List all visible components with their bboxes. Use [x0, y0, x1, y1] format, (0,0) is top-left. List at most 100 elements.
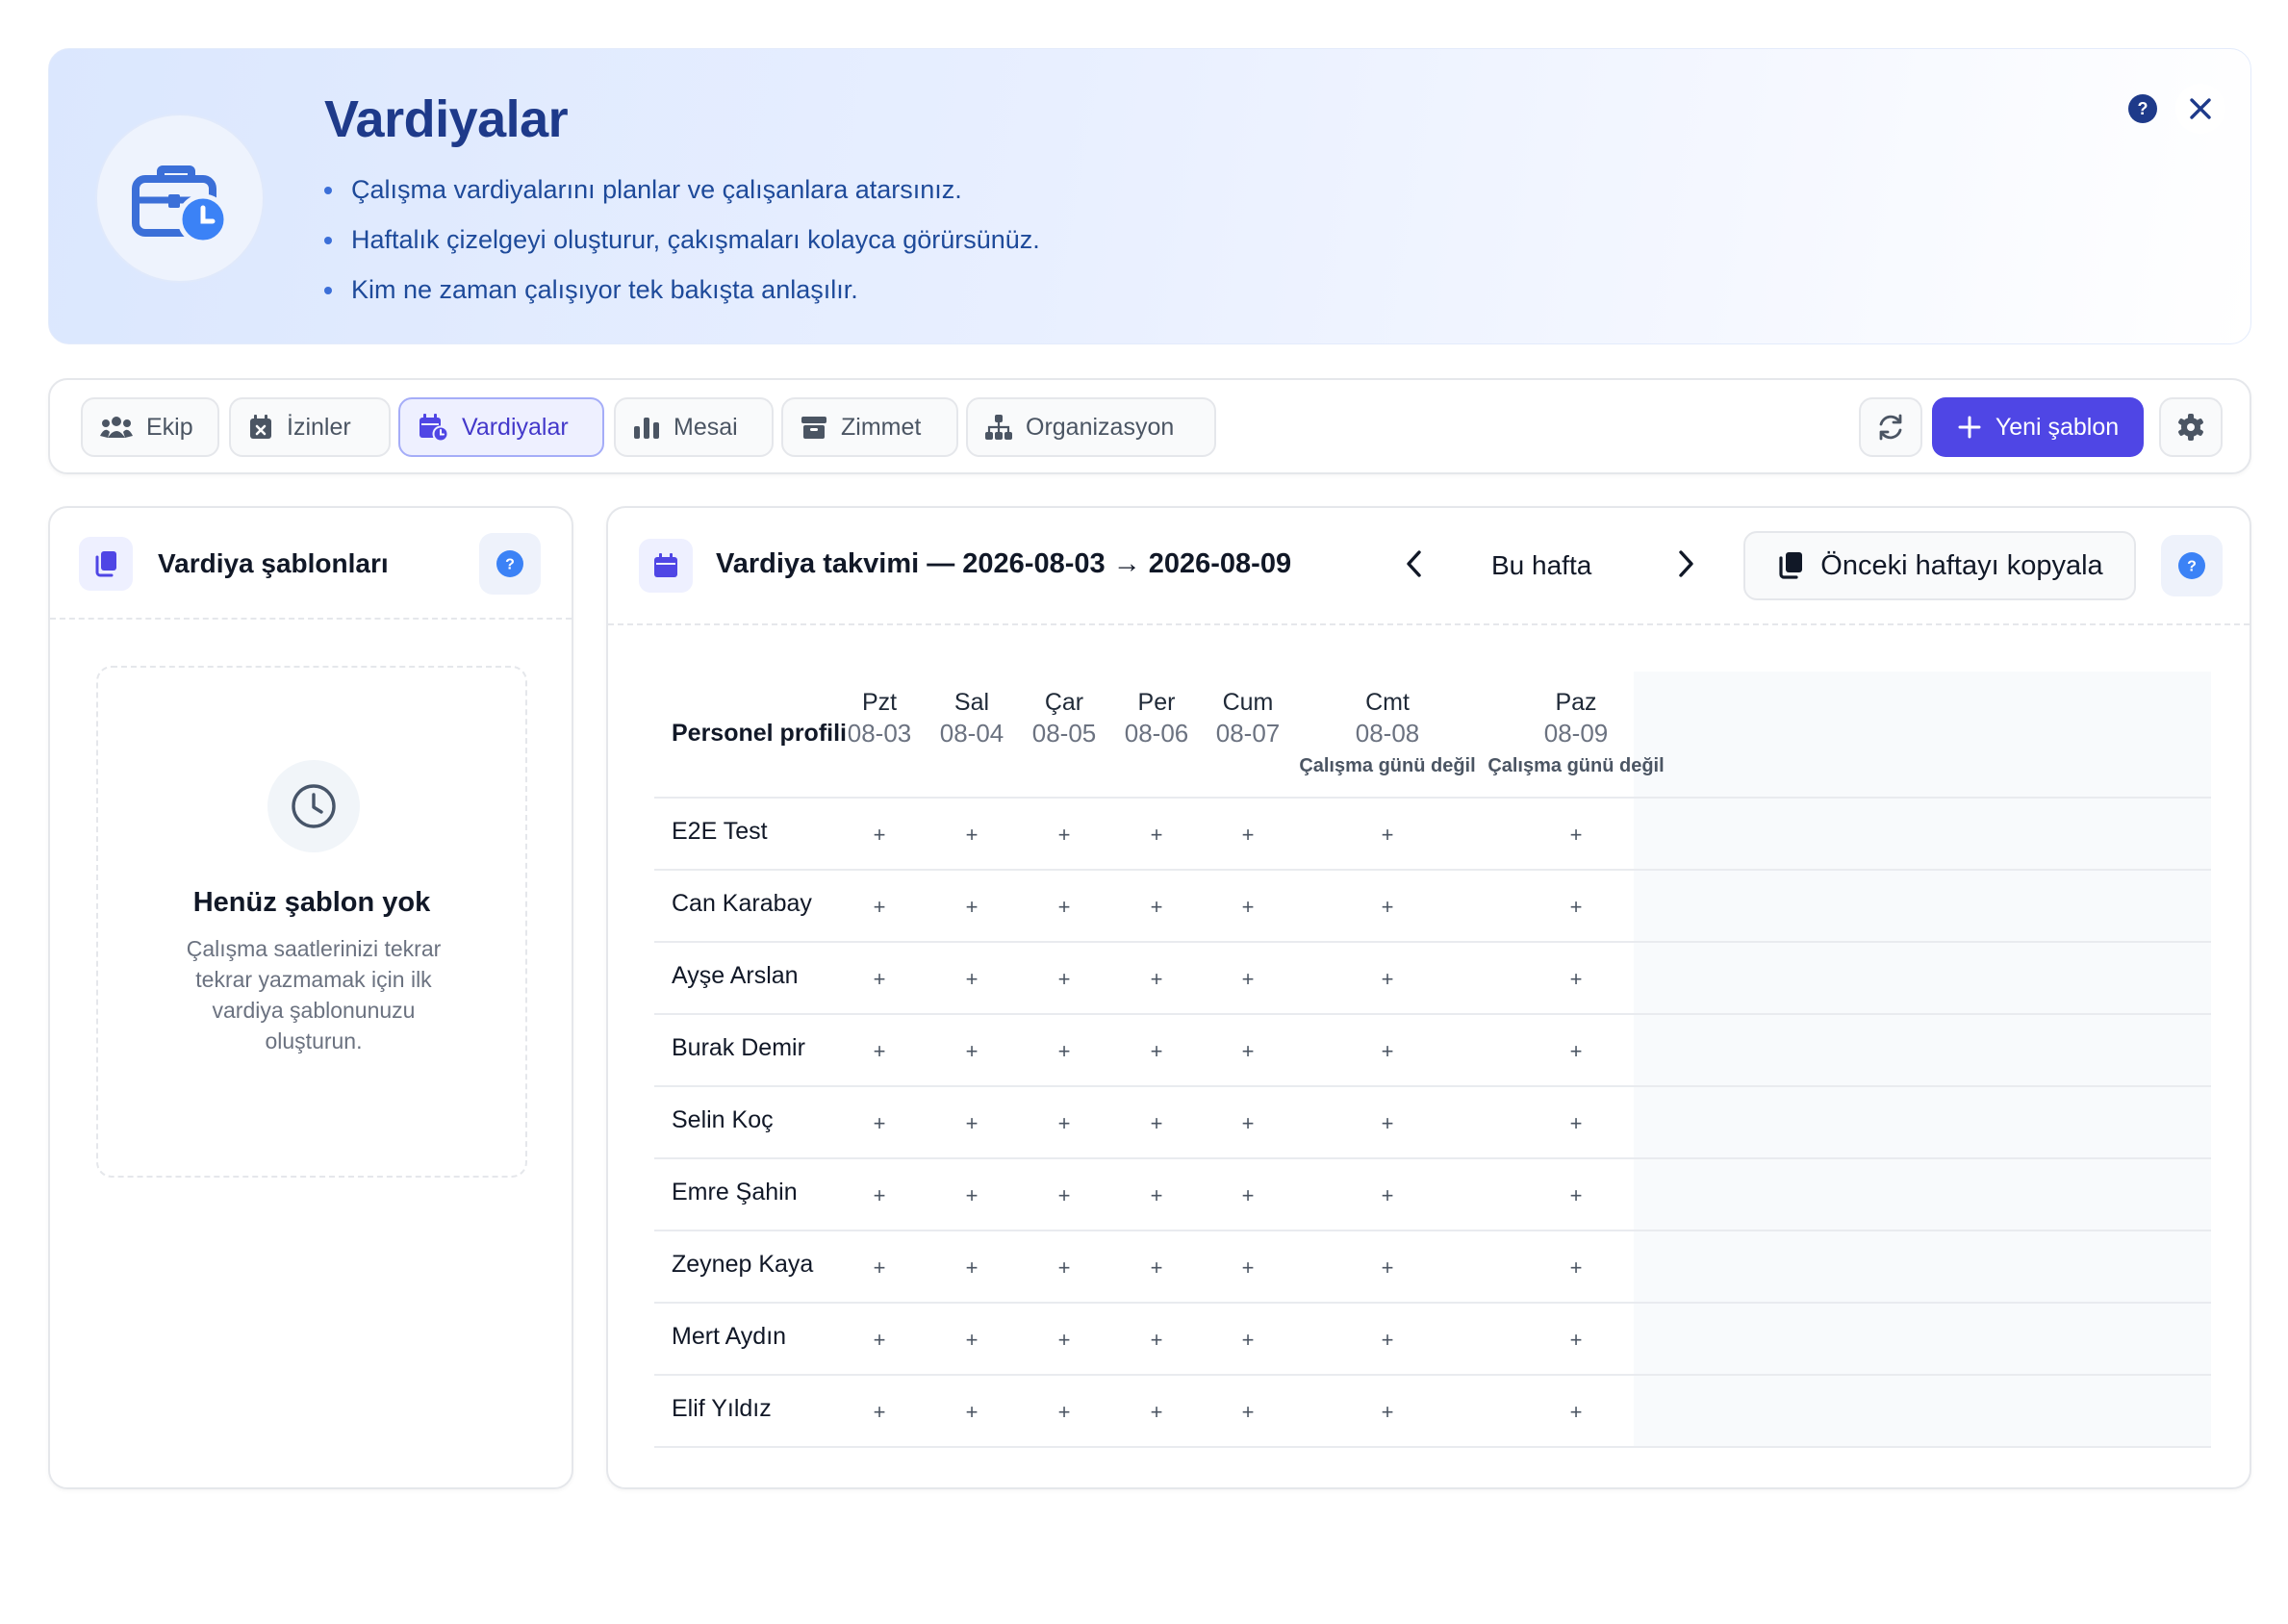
add-shift-cell[interactable]: +: [1229, 960, 1267, 999]
hero-help-button[interactable]: ?: [2123, 89, 2162, 128]
add-shift-cell[interactable]: +: [1557, 1321, 1595, 1359]
add-shift-cell[interactable]: +: [1045, 816, 1083, 854]
add-shift-cell[interactable]: +: [1557, 1177, 1595, 1215]
tab-izinler[interactable]: İzinler: [229, 397, 391, 457]
add-shift-cell[interactable]: +: [1137, 1321, 1176, 1359]
add-shift-cell[interactable]: +: [1368, 1032, 1407, 1071]
add-shift-cell[interactable]: +: [1137, 888, 1176, 926]
tab-vardiyalar[interactable]: Vardiyalar: [398, 397, 604, 457]
new-template-button[interactable]: Yeni şablon: [1932, 397, 2144, 457]
add-shift-cell[interactable]: +: [860, 1321, 899, 1359]
add-shift-cell[interactable]: +: [953, 1249, 991, 1287]
add-shift-cell[interactable]: +: [953, 888, 991, 926]
add-shift-cell[interactable]: +: [1557, 888, 1595, 926]
add-shift-cell[interactable]: +: [860, 1393, 899, 1432]
add-shift-cell[interactable]: +: [1045, 888, 1083, 926]
templates-help-button[interactable]: ?: [479, 533, 541, 595]
add-shift-cell[interactable]: +: [953, 960, 991, 999]
add-shift-cell[interactable]: +: [1368, 1104, 1407, 1143]
day-column-header: Çar 08-05: [1018, 672, 1110, 749]
day-name: Paz: [1555, 689, 1597, 716]
previous-week-button[interactable]: [1395, 545, 1434, 583]
table-row: Ayşe Arslan + + + + + + +: [654, 941, 2211, 1013]
tab-label: Mesai: [674, 413, 738, 441]
add-shift-cell[interactable]: +: [1368, 1321, 1407, 1359]
tab-label: Organizasyon: [1026, 413, 1175, 441]
this-week-button[interactable]: Bu hafta: [1491, 550, 1591, 581]
add-shift-cell[interactable]: +: [1368, 816, 1407, 854]
add-shift-cell[interactable]: +: [1045, 1321, 1083, 1359]
add-shift-cell[interactable]: +: [953, 1177, 991, 1215]
add-shift-cell[interactable]: +: [1557, 960, 1595, 999]
add-shift-cell[interactable]: +: [1229, 1177, 1267, 1215]
calendar-help-button[interactable]: ?: [2161, 535, 2223, 596]
add-shift-cell[interactable]: +: [1045, 1249, 1083, 1287]
hero-close-button[interactable]: [2175, 84, 2225, 134]
gear-icon: [2178, 414, 2203, 441]
refresh-button[interactable]: [1859, 397, 1922, 457]
add-shift-cell[interactable]: +: [1045, 1104, 1083, 1143]
table-row: E2E Test + + + + + + +: [654, 797, 2211, 869]
new-template-label: Yeni şablon: [1995, 413, 2120, 441]
add-shift-cell[interactable]: +: [1229, 816, 1267, 854]
add-shift-cell[interactable]: +: [1045, 1393, 1083, 1432]
tab-ekip[interactable]: Ekip: [81, 397, 219, 457]
add-shift-cell[interactable]: +: [1557, 1032, 1595, 1071]
add-shift-cell[interactable]: +: [860, 1177, 899, 1215]
add-shift-cell[interactable]: +: [860, 1104, 899, 1143]
add-shift-cell[interactable]: +: [1137, 1177, 1176, 1215]
add-shift-cell[interactable]: +: [1045, 1032, 1083, 1071]
add-shift-cell[interactable]: +: [953, 1032, 991, 1071]
add-shift-cell[interactable]: +: [1045, 960, 1083, 999]
staff-name: Mert Aydın: [672, 1323, 787, 1350]
add-shift-cell[interactable]: +: [1368, 960, 1407, 999]
add-shift-cell[interactable]: +: [1368, 888, 1407, 926]
chevron-left-icon: [1407, 550, 1421, 577]
hero-icon-circle: [95, 114, 265, 283]
add-shift-cell[interactable]: +: [1557, 1249, 1595, 1287]
tab-organizasyon[interactable]: Organizasyon: [966, 397, 1216, 457]
tab-mesai[interactable]: Mesai: [614, 397, 774, 457]
panel-header-divider: [608, 623, 2250, 625]
add-shift-cell[interactable]: +: [860, 888, 899, 926]
add-shift-cell[interactable]: +: [860, 960, 899, 999]
add-shift-cell[interactable]: +: [1557, 1393, 1595, 1432]
tab-label: İzinler: [287, 413, 351, 441]
add-shift-cell[interactable]: +: [1045, 1177, 1083, 1215]
add-shift-cell[interactable]: +: [1229, 888, 1267, 926]
table-row: Selin Koç + + + + + + +: [654, 1085, 2211, 1157]
day-date: 08-05: [1031, 719, 1097, 748]
copy-previous-week-button[interactable]: Önceki haftayı kopyala: [1743, 531, 2136, 600]
add-shift-cell[interactable]: +: [1137, 1393, 1176, 1432]
add-shift-cell[interactable]: +: [953, 1321, 991, 1359]
settings-button[interactable]: [2159, 397, 2223, 457]
table-row: Burak Demir + + + + + + +: [654, 1013, 2211, 1085]
add-shift-cell[interactable]: +: [953, 1104, 991, 1143]
add-shift-cell[interactable]: +: [1557, 1104, 1595, 1143]
module-tab-bar: Ekip İzinler Vardiyalar Mesai Zimmet Org…: [48, 378, 2251, 474]
add-shift-cell[interactable]: +: [1137, 816, 1176, 854]
add-shift-cell[interactable]: +: [1368, 1177, 1407, 1215]
day-date: 08-08: [1355, 719, 1420, 748]
add-shift-cell[interactable]: +: [1229, 1393, 1267, 1432]
add-shift-cell[interactable]: +: [1557, 816, 1595, 854]
add-shift-cell[interactable]: +: [1137, 1032, 1176, 1071]
add-shift-cell[interactable]: +: [860, 1032, 899, 1071]
day-date: 08-04: [939, 719, 1004, 748]
staff-name: Selin Koç: [672, 1106, 774, 1133]
add-shift-cell[interactable]: +: [1368, 1249, 1407, 1287]
add-shift-cell[interactable]: +: [860, 816, 899, 854]
add-shift-cell[interactable]: +: [953, 816, 991, 854]
add-shift-cell[interactable]: +: [1368, 1393, 1407, 1432]
add-shift-cell[interactable]: +: [1137, 1249, 1176, 1287]
add-shift-cell[interactable]: +: [1229, 1321, 1267, 1359]
add-shift-cell[interactable]: +: [1229, 1249, 1267, 1287]
add-shift-cell[interactable]: +: [860, 1249, 899, 1287]
add-shift-cell[interactable]: +: [1137, 1104, 1176, 1143]
tab-zimmet[interactable]: Zimmet: [781, 397, 958, 457]
add-shift-cell[interactable]: +: [1229, 1032, 1267, 1071]
add-shift-cell[interactable]: +: [1229, 1104, 1267, 1143]
next-week-button[interactable]: [1666, 545, 1705, 583]
add-shift-cell[interactable]: +: [953, 1393, 991, 1432]
add-shift-cell[interactable]: +: [1137, 960, 1176, 999]
